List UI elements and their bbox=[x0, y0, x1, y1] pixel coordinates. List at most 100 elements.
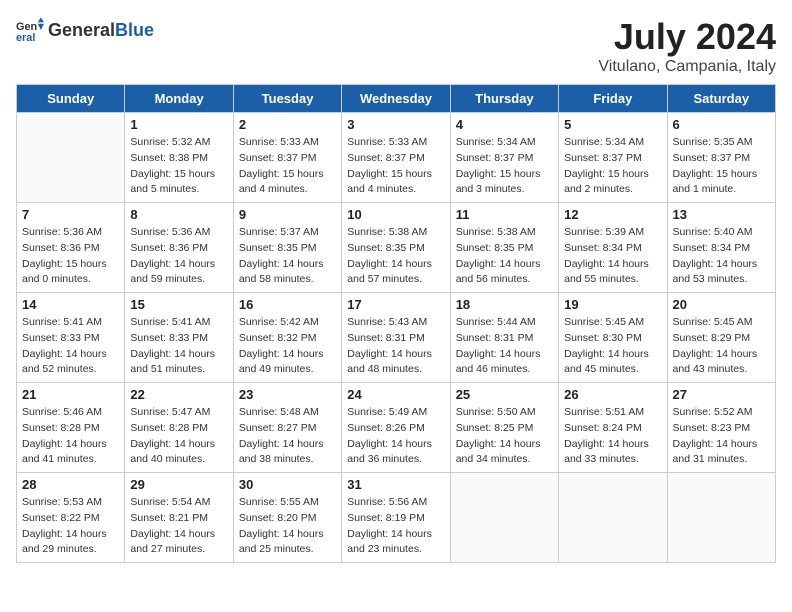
day-info: Sunrise: 5:36 AMSunset: 8:36 PMDaylight:… bbox=[22, 225, 119, 288]
day-number: 2 bbox=[239, 117, 336, 132]
calendar-cell: 7 Sunrise: 5:36 AMSunset: 8:36 PMDaylight… bbox=[17, 203, 125, 293]
calendar-cell bbox=[17, 113, 125, 203]
days-header-row: SundayMondayTuesdayWednesdayThursdayFrid… bbox=[17, 85, 776, 113]
day-info: Sunrise: 5:49 AMSunset: 8:26 PMDaylight:… bbox=[347, 405, 444, 468]
day-number: 1 bbox=[130, 117, 227, 132]
calendar-cell: 14 Sunrise: 5:41 AMSunset: 8:33 PMDayligh… bbox=[17, 293, 125, 383]
day-number: 10 bbox=[347, 207, 444, 222]
calendar-cell: 15 Sunrise: 5:41 AMSunset: 8:33 PMDayligh… bbox=[125, 293, 233, 383]
column-header-tuesday: Tuesday bbox=[233, 85, 341, 113]
day-info: Sunrise: 5:46 AMSunset: 8:28 PMDaylight:… bbox=[22, 405, 119, 468]
day-number: 30 bbox=[239, 477, 336, 492]
day-number: 21 bbox=[22, 387, 119, 402]
calendar-cell: 4 Sunrise: 5:34 AMSunset: 8:37 PMDaylight… bbox=[450, 113, 558, 203]
day-number: 8 bbox=[130, 207, 227, 222]
day-info: Sunrise: 5:43 AMSunset: 8:31 PMDaylight:… bbox=[347, 315, 444, 378]
day-number: 12 bbox=[564, 207, 661, 222]
calendar-cell: 24Sunrise: 5:49 AMSunset: 8:26 PMDayligh… bbox=[342, 383, 450, 473]
day-number: 19 bbox=[564, 297, 661, 312]
header: Gen eral GeneralBlue July 2024 Vitulano,… bbox=[16, 16, 776, 76]
logo-icon: Gen eral bbox=[16, 16, 44, 44]
day-info: Sunrise: 5:42 AMSunset: 8:32 PMDaylight:… bbox=[239, 315, 336, 378]
calendar-cell: 6Sunrise: 5:35 AMSunset: 8:37 PMDaylight… bbox=[667, 113, 775, 203]
calendar-cell: 18Sunrise: 5:44 AMSunset: 8:31 PMDayligh… bbox=[450, 293, 558, 383]
day-info: Sunrise: 5:56 AMSunset: 8:19 PMDaylight:… bbox=[347, 495, 444, 558]
day-number: 17 bbox=[347, 297, 444, 312]
day-number: 31 bbox=[347, 477, 444, 492]
day-number: 25 bbox=[456, 387, 553, 402]
week-row-4: 28 Sunrise: 5:53 AMSunset: 8:22 PMDayligh… bbox=[17, 473, 776, 563]
day-info: Sunrise: 5:53 AMSunset: 8:22 PMDaylight:… bbox=[22, 495, 119, 558]
day-info: Sunrise: 5:45 AMSunset: 8:30 PMDaylight:… bbox=[564, 315, 661, 378]
logo-general-text: GeneralBlue bbox=[48, 20, 154, 41]
week-row-1: 7 Sunrise: 5:36 AMSunset: 8:36 PMDaylight… bbox=[17, 203, 776, 293]
day-info: Sunrise: 5:38 AMSunset: 8:35 PMDaylight:… bbox=[456, 225, 553, 288]
day-info: Sunrise: 5:45 AMSunset: 8:29 PMDaylight:… bbox=[673, 315, 770, 378]
calendar-cell: 28 Sunrise: 5:53 AMSunset: 8:22 PMDayligh… bbox=[17, 473, 125, 563]
day-number: 18 bbox=[456, 297, 553, 312]
calendar-cell: 9 Sunrise: 5:37 AMSunset: 8:35 PMDaylight… bbox=[233, 203, 341, 293]
day-info: Sunrise: 5:36 AMSunset: 8:36 PMDaylight:… bbox=[130, 225, 227, 288]
calendar-cell: 23 Sunrise: 5:48 AMSunset: 8:27 PMDayligh… bbox=[233, 383, 341, 473]
day-info: Sunrise: 5:50 AMSunset: 8:25 PMDaylight:… bbox=[456, 405, 553, 468]
calendar-cell: 13 Sunrise: 5:40 AMSunset: 8:34 PMDayligh… bbox=[667, 203, 775, 293]
day-number: 20 bbox=[673, 297, 770, 312]
day-info: Sunrise: 5:40 AMSunset: 8:34 PMDaylight:… bbox=[673, 225, 770, 288]
day-number: 23 bbox=[239, 387, 336, 402]
calendar-cell: 8 Sunrise: 5:36 AMSunset: 8:36 PMDaylight… bbox=[125, 203, 233, 293]
month-title: July 2024 bbox=[598, 16, 776, 58]
column-header-friday: Friday bbox=[559, 85, 667, 113]
day-info: Sunrise: 5:35 AMSunset: 8:37 PMDaylight:… bbox=[673, 135, 770, 198]
day-number: 4 bbox=[456, 117, 553, 132]
svg-text:eral: eral bbox=[16, 32, 35, 44]
column-header-wednesday: Wednesday bbox=[342, 85, 450, 113]
day-number: 28 bbox=[22, 477, 119, 492]
week-row-0: 1 Sunrise: 5:32 AMSunset: 8:38 PMDaylight… bbox=[17, 113, 776, 203]
day-info: Sunrise: 5:55 AMSunset: 8:20 PMDaylight:… bbox=[239, 495, 336, 558]
calendar-cell: 10 Sunrise: 5:38 AMSunset: 8:35 PMDayligh… bbox=[342, 203, 450, 293]
calendar-cell: 2Sunrise: 5:33 AMSunset: 8:37 PMDaylight… bbox=[233, 113, 341, 203]
day-number: 3 bbox=[347, 117, 444, 132]
week-row-2: 14 Sunrise: 5:41 AMSunset: 8:33 PMDayligh… bbox=[17, 293, 776, 383]
day-number: 11 bbox=[456, 207, 553, 222]
calendar-cell: 20 Sunrise: 5:45 AMSunset: 8:29 PMDayligh… bbox=[667, 293, 775, 383]
title-area: July 2024 Vitulano, Campania, Italy bbox=[598, 16, 776, 76]
day-number: 7 bbox=[22, 207, 119, 222]
calendar-cell bbox=[450, 473, 558, 563]
location-title: Vitulano, Campania, Italy bbox=[598, 58, 776, 76]
day-info: Sunrise: 5:48 AMSunset: 8:27 PMDaylight:… bbox=[239, 405, 336, 468]
day-info: Sunrise: 5:32 AMSunset: 8:38 PMDaylight:… bbox=[130, 135, 227, 198]
day-info: Sunrise: 5:38 AMSunset: 8:35 PMDaylight:… bbox=[347, 225, 444, 288]
day-number: 16 bbox=[239, 297, 336, 312]
calendar-cell: 30 Sunrise: 5:55 AMSunset: 8:20 PMDayligh… bbox=[233, 473, 341, 563]
calendar-cell: 21 Sunrise: 5:46 AMSunset: 8:28 PMDayligh… bbox=[17, 383, 125, 473]
calendar-cell: 26 Sunrise: 5:51 AMSunset: 8:24 PMDayligh… bbox=[559, 383, 667, 473]
calendar-table: SundayMondayTuesdayWednesdayThursdayFrid… bbox=[16, 84, 776, 563]
day-info: Sunrise: 5:37 AMSunset: 8:35 PMDaylight:… bbox=[239, 225, 336, 288]
day-number: 9 bbox=[239, 207, 336, 222]
day-info: Sunrise: 5:34 AMSunset: 8:37 PMDaylight:… bbox=[564, 135, 661, 198]
day-info: Sunrise: 5:47 AMSunset: 8:28 PMDaylight:… bbox=[130, 405, 227, 468]
day-info: Sunrise: 5:41 AMSunset: 8:33 PMDaylight:… bbox=[130, 315, 227, 378]
day-info: Sunrise: 5:33 AMSunset: 8:37 PMDaylight:… bbox=[347, 135, 444, 198]
calendar-cell: 16 Sunrise: 5:42 AMSunset: 8:32 PMDayligh… bbox=[233, 293, 341, 383]
calendar-cell: 1 Sunrise: 5:32 AMSunset: 8:38 PMDaylight… bbox=[125, 113, 233, 203]
day-info: Sunrise: 5:34 AMSunset: 8:37 PMDaylight:… bbox=[456, 135, 553, 198]
day-number: 13 bbox=[673, 207, 770, 222]
calendar-cell: 27Sunrise: 5:52 AMSunset: 8:23 PMDayligh… bbox=[667, 383, 775, 473]
day-info: Sunrise: 5:52 AMSunset: 8:23 PMDaylight:… bbox=[673, 405, 770, 468]
calendar-cell: 29Sunrise: 5:54 AMSunset: 8:21 PMDayligh… bbox=[125, 473, 233, 563]
column-header-thursday: Thursday bbox=[450, 85, 558, 113]
day-info: Sunrise: 5:51 AMSunset: 8:24 PMDaylight:… bbox=[564, 405, 661, 468]
day-number: 26 bbox=[564, 387, 661, 402]
day-number: 5 bbox=[564, 117, 661, 132]
column-header-monday: Monday bbox=[125, 85, 233, 113]
day-info: Sunrise: 5:41 AMSunset: 8:33 PMDaylight:… bbox=[22, 315, 119, 378]
logo: Gen eral GeneralBlue bbox=[16, 16, 154, 44]
calendar-cell: 19 Sunrise: 5:45 AMSunset: 8:30 PMDayligh… bbox=[559, 293, 667, 383]
day-number: 15 bbox=[130, 297, 227, 312]
day-info: Sunrise: 5:39 AMSunset: 8:34 PMDaylight:… bbox=[564, 225, 661, 288]
day-number: 22 bbox=[130, 387, 227, 402]
day-number: 14 bbox=[22, 297, 119, 312]
day-number: 29 bbox=[130, 477, 227, 492]
